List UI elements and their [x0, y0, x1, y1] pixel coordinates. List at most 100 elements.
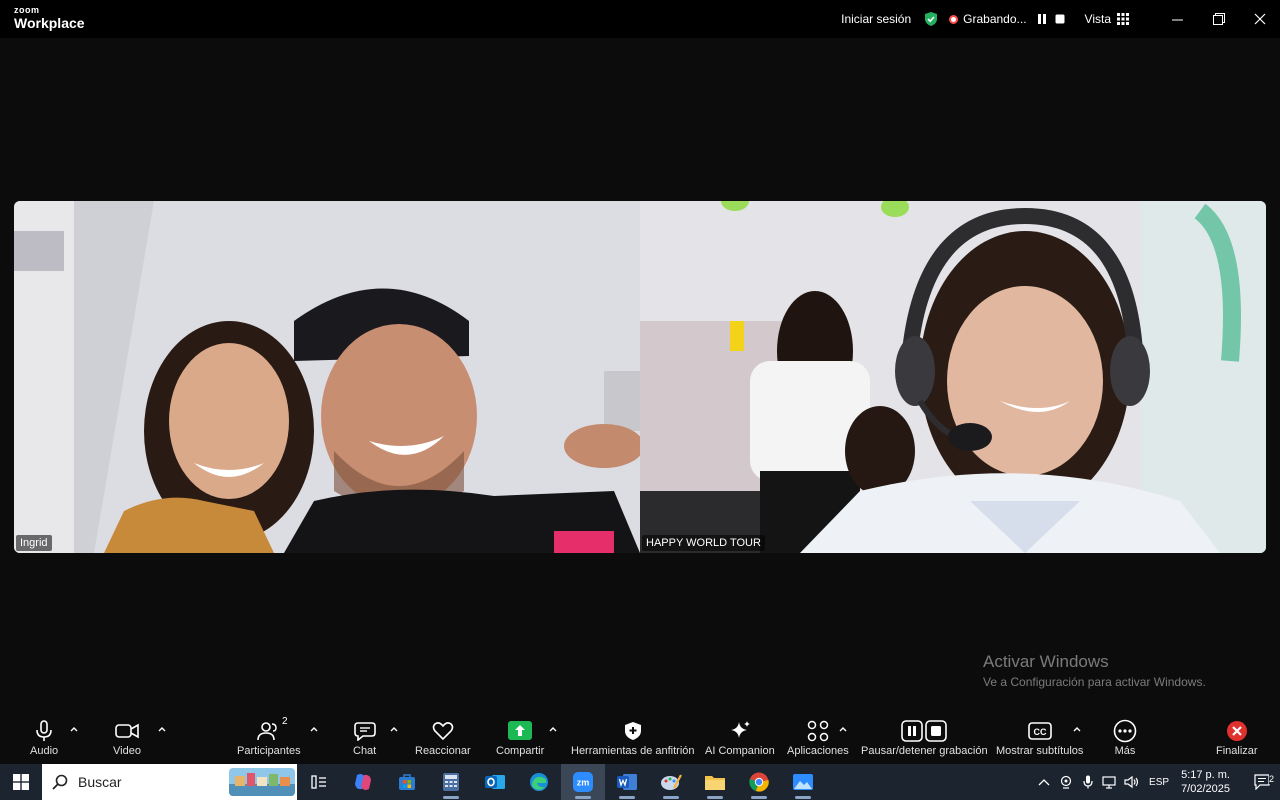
network-tray-button[interactable] — [1099, 764, 1121, 800]
video-button[interactable]: Video — [113, 718, 141, 757]
taskbar-app-store[interactable] — [385, 764, 429, 800]
zoom-window: zoom Workplace Iniciar sesión Grabando..… — [0, 0, 1280, 800]
running-indicator — [443, 796, 459, 799]
folder-icon — [705, 776, 725, 790]
chat-label: Chat — [353, 745, 377, 757]
share-screen-button[interactable]: Compartir — [496, 718, 544, 757]
copilot-icon — [355, 774, 371, 790]
more-button[interactable]: Más — [1113, 718, 1137, 757]
video-camera-icon — [115, 723, 139, 739]
running-indicator — [795, 796, 811, 799]
share-options-chevron-up-icon[interactable] — [548, 724, 558, 734]
taskbar-app-zoom[interactable]: zm — [561, 764, 605, 800]
share-screen-icon — [508, 721, 533, 740]
taskbar-app-chrome[interactable] — [737, 764, 781, 800]
captions-button[interactable]: CC Mostrar subtítulos — [996, 718, 1083, 757]
security-shield-icon[interactable] — [923, 11, 939, 27]
camera-tray-button[interactable] — [1055, 764, 1077, 800]
calculator-icon — [443, 773, 459, 791]
taskbar-app-edge[interactable] — [517, 764, 561, 800]
pause-stop-label: Pausar/detener grabación — [861, 745, 988, 757]
more-options-icon — [1113, 719, 1137, 743]
start-button[interactable] — [0, 764, 42, 800]
input-language-indicator[interactable]: ESP — [1149, 777, 1169, 788]
taskbar-clock[interactable]: 5:17 p. m. 7/02/2025 — [1181, 768, 1230, 796]
watermark-subtitle: Ve a Configuración para activar Windows. — [983, 675, 1206, 689]
grid-view-icon[interactable] — [1117, 13, 1129, 25]
participant-video-feed — [14, 201, 640, 553]
host-tools-button[interactable]: Herramientas de anfitrión — [571, 718, 695, 757]
taskbar-app-paint[interactable] — [649, 764, 693, 800]
participants-label: Participantes — [237, 745, 301, 757]
end-meeting-icon — [1226, 721, 1247, 741]
search-icon — [52, 774, 68, 790]
taskbar-app-outlook[interactable] — [473, 764, 517, 800]
meeting-toolbar: Audio Video Participantes 2 Chat Reaccio… — [0, 712, 1280, 764]
audio-label: Audio — [30, 745, 59, 757]
taskbar-app-photos[interactable] — [781, 764, 825, 800]
word-icon — [617, 774, 637, 790]
participants-button[interactable]: Participantes — [237, 718, 301, 757]
running-indicator — [751, 796, 767, 799]
taskbar-app-word[interactable] — [605, 764, 649, 800]
taskbar-app-file-explorer[interactable] — [693, 764, 737, 800]
speaker-volume-icon — [1124, 775, 1139, 789]
show-hidden-icons-button[interactable] — [1033, 764, 1055, 800]
network-icon — [1102, 776, 1116, 789]
microphone-icon — [1083, 775, 1093, 789]
microphone-icon — [36, 720, 52, 741]
audio-button[interactable]: Audio — [30, 718, 58, 757]
taskbar-app-copilot[interactable] — [341, 764, 385, 800]
zoom-logo: zoom Workplace — [14, 5, 85, 31]
pause-stop-recording-button[interactable]: Pausar/detener grabación — [861, 718, 988, 757]
chat-bubble-icon — [353, 722, 376, 741]
taskbar-app-calculator[interactable] — [429, 764, 473, 800]
apps-options-chevron-up-icon[interactable] — [838, 724, 848, 734]
photos-icon — [793, 774, 813, 790]
closed-captions-icon: CC — [1027, 722, 1052, 740]
restore-button[interactable] — [1198, 0, 1239, 38]
react-button[interactable]: Reaccionar — [415, 718, 471, 757]
svg-text:CC: CC — [1033, 727, 1046, 737]
notification-center-button[interactable]: 2 — [1244, 774, 1280, 790]
participant-name-tag: HAPPY WORLD TOUR — [642, 535, 765, 551]
apps-label: Aplicaciones — [787, 745, 849, 757]
taskbar-search-box[interactable]: Buscar — [42, 764, 297, 800]
outlook-icon — [485, 775, 505, 789]
chat-button[interactable]: Chat — [353, 718, 376, 757]
captions-options-chevron-up-icon[interactable] — [1072, 724, 1082, 734]
more-label: Más — [1114, 745, 1136, 757]
participants-options-chevron-up-icon[interactable] — [309, 724, 319, 734]
audio-options-chevron-up-icon[interactable] — [69, 724, 79, 734]
video-tile-ingrid[interactable]: Ingrid — [14, 201, 640, 553]
windows-logo-icon — [13, 774, 29, 790]
end-meeting-button[interactable]: Finalizar — [1216, 718, 1258, 757]
signin-link[interactable]: Iniciar sesión — [841, 12, 911, 26]
ai-sparkle-icon — [730, 721, 750, 738]
video-options-chevron-up-icon[interactable] — [157, 724, 167, 734]
pause-recording-icon[interactable] — [1035, 12, 1049, 26]
view-button[interactable]: Vista — [1085, 12, 1111, 26]
webcam-icon — [1060, 775, 1072, 789]
video-label: Video — [113, 745, 141, 757]
ai-companion-button[interactable]: AI Companion — [705, 718, 775, 757]
stop-recording-icon[interactable] — [1053, 12, 1067, 26]
task-view-button[interactable] — [297, 764, 341, 800]
paint-icon — [661, 774, 682, 790]
host-tools-label: Herramientas de anfitrión — [571, 745, 695, 757]
microphone-tray-button[interactable] — [1077, 764, 1099, 800]
minimize-button[interactable] — [1157, 0, 1198, 38]
chat-options-chevron-up-icon[interactable] — [389, 724, 399, 734]
close-button[interactable] — [1239, 0, 1280, 38]
video-tile-happy-world-tour[interactable]: HAPPY WORLD TOUR — [640, 201, 1266, 553]
edge-browser-icon — [530, 773, 548, 791]
volume-tray-button[interactable] — [1121, 764, 1143, 800]
captions-label: Mostrar subtítulos — [996, 745, 1084, 757]
react-label: Reaccionar — [415, 745, 471, 757]
video-stage: Ingrid HAPPY WORLD TOUR — [0, 38, 1280, 712]
microsoft-store-icon — [399, 774, 415, 790]
task-view-icon — [311, 775, 326, 789]
brand-small: zoom — [14, 5, 40, 15]
activate-windows-watermark: Activar Windows Ve a Configuración para … — [983, 652, 1206, 689]
participants-count-badge: 2 — [282, 716, 288, 727]
